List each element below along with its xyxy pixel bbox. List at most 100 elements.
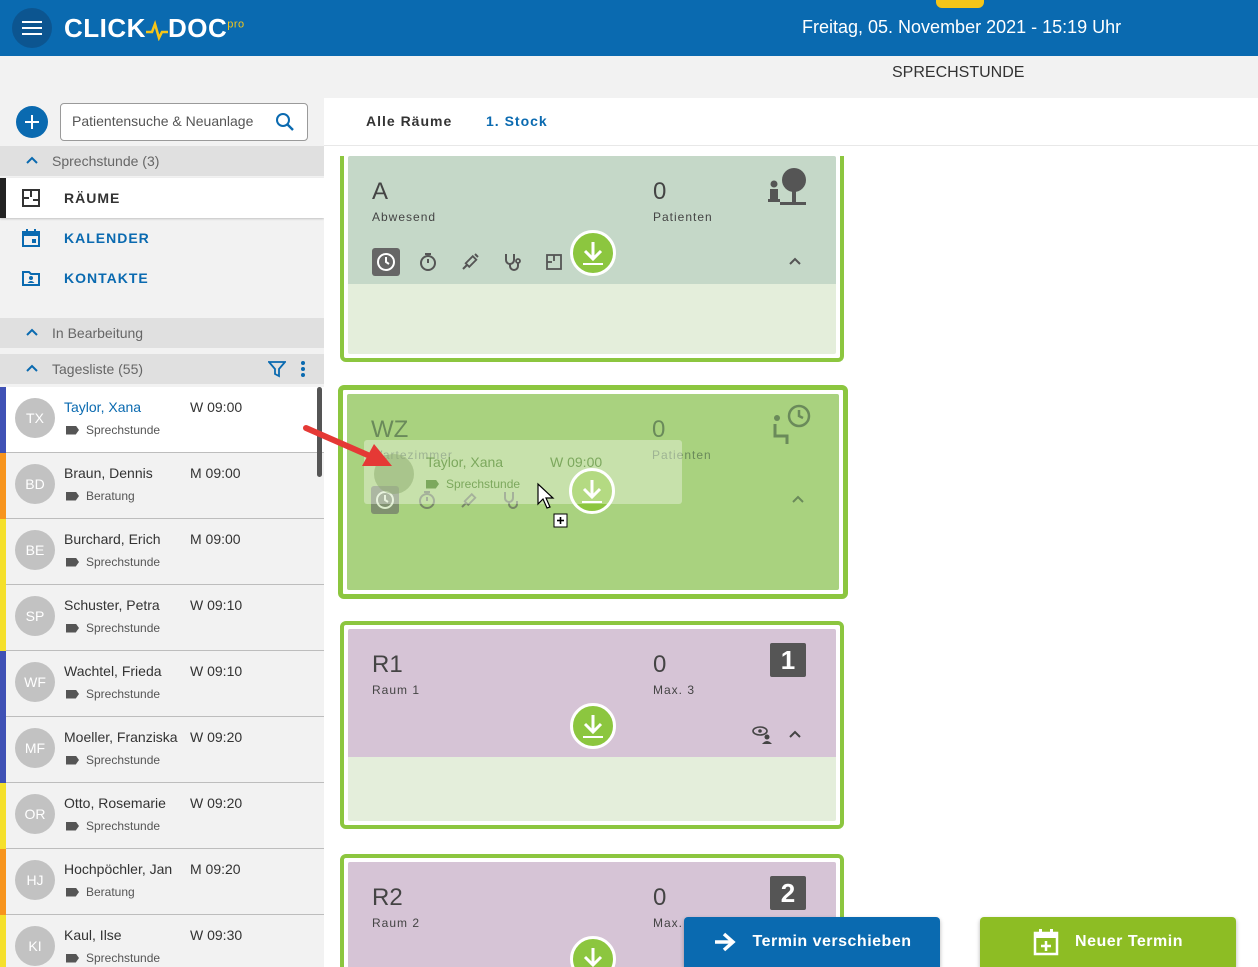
chevron-up-icon[interactable]: [788, 729, 802, 739]
room-code: R2: [372, 884, 403, 911]
menu-button[interactable]: [12, 8, 52, 48]
patient-row[interactable]: TX Taylor, Xana W 09:00 Sprechstunde: [0, 387, 324, 453]
patient-name: Taylor, Xana: [64, 399, 142, 415]
timer-tool[interactable]: [414, 248, 442, 276]
syringe-icon: [461, 492, 477, 508]
patient-row[interactable]: BE Burchard, Erich M 09:00 Sprechstunde: [0, 519, 324, 585]
nav-raeume[interactable]: RÄUME: [0, 178, 324, 218]
syringe-tool[interactable]: [456, 248, 484, 276]
appointment-type: Sprechstunde: [66, 753, 160, 767]
chevron-up-icon[interactable]: [791, 494, 805, 504]
nav-kontakte[interactable]: KONTAKTE: [0, 258, 324, 298]
clock-icon: [376, 491, 394, 509]
stethoscope-tool[interactable]: [498, 248, 526, 276]
appointment-type: Beratung: [66, 885, 135, 899]
nav-kalender-label: KALENDER: [64, 230, 150, 246]
patient-search[interactable]: [60, 103, 308, 141]
patient-name: Burchard, Erich: [64, 531, 161, 547]
room-card-r1[interactable]: R1 Raum 1 0 Max. 3 1: [340, 621, 844, 829]
room-number-badge: 1: [770, 643, 806, 677]
add-patient-button[interactable]: [16, 106, 48, 138]
new-appointment-label: Neuer Termin: [1075, 933, 1183, 950]
appointment-type-label: Sprechstunde: [86, 819, 161, 833]
section-bearbeitung-label: In Bearbeitung: [52, 325, 144, 341]
patient-name: Schuster, Petra: [64, 597, 160, 613]
room-card-wz[interactable]: WZ Wartezimmer 0 Patienten: [338, 385, 848, 599]
appointment-type: Sprechstunde: [66, 621, 160, 635]
tag-icon: [66, 953, 79, 963]
tag-icon: [66, 821, 79, 831]
new-appointment-button[interactable]: Neuer Termin: [980, 917, 1236, 967]
waiting-room-icon: [773, 404, 811, 444]
nav-kalender[interactable]: KALENDER: [0, 218, 324, 258]
timer-icon: [420, 253, 436, 271]
section-tagesliste[interactable]: Tagesliste (55): [0, 354, 324, 384]
patient-row[interactable]: OR Otto, Rosemarie W 09:20 Sprechstunde: [0, 783, 324, 849]
section-sprechstunde-label: Sprechstunde (3): [52, 153, 160, 169]
search-input[interactable]: [72, 113, 267, 129]
priority-bar: [0, 387, 6, 453]
patient-row[interactable]: MF Moeller, Franziska W 09:20 Sprechstunde: [0, 717, 324, 783]
patient-row[interactable]: HJ Hochpöchler, Jan M 09:20 Beratung: [0, 849, 324, 915]
appointment-time: M 09:00: [190, 465, 241, 481]
stethoscope-tool[interactable]: [497, 486, 525, 514]
patient-row[interactable]: WF Wachtel, Frieda W 09:10 Sprechstunde: [0, 651, 324, 717]
clock-tool[interactable]: [371, 486, 399, 514]
top-bar: CLICK DOCpro Freitag, 05. November 2021 -…: [0, 0, 1258, 56]
priority-bar: [0, 651, 6, 717]
move-appointment-label: Termin verschieben: [752, 933, 912, 950]
pulse-icon: [145, 20, 168, 42]
drop-target-icon: [569, 468, 615, 514]
section-tagesliste-label: Tagesliste (55): [52, 361, 144, 377]
room-tool[interactable]: [540, 248, 568, 276]
syringe-tool[interactable]: [455, 486, 483, 514]
drop-target-icon: [570, 936, 616, 967]
tag-icon: [66, 755, 79, 765]
room-card-a[interactable]: A Abwesend 0 Patienten: [340, 156, 844, 362]
appointment-type: Sprechstunde: [66, 423, 160, 437]
room-count-label: Max. 3: [653, 683, 696, 697]
move-appointment-button[interactable]: Termin verschieben: [684, 917, 940, 967]
download-arrow-icon: [583, 242, 603, 265]
patient-row[interactable]: KI Kaul, Ilse W 09:30 Sprechstunde: [0, 915, 324, 967]
priority-bar: [0, 717, 6, 783]
calendar-add-icon: [1033, 929, 1059, 956]
room-code: A: [372, 178, 389, 205]
appointment-type-label: Sprechstunde: [86, 555, 161, 569]
timer-tool[interactable]: [413, 486, 441, 514]
appointment-type: Sprechstunde: [66, 951, 160, 965]
room-name: Raum 2: [372, 916, 421, 930]
filter-icon[interactable]: [268, 360, 286, 378]
more-vert-icon[interactable]: [300, 360, 306, 378]
room-header: A Abwesend 0 Patienten: [348, 156, 836, 284]
tag-icon: [66, 491, 79, 501]
chevron-up-icon: [26, 328, 38, 336]
floorplan-icon: [546, 254, 562, 270]
appointment-type: Sprechstunde: [66, 819, 160, 833]
room-count: 0: [653, 884, 667, 911]
chevron-up-icon[interactable]: [788, 256, 802, 266]
tab-1-stock[interactable]: 1. Stock: [486, 113, 548, 129]
search-icon[interactable]: [275, 112, 295, 137]
appointment-time: W 09:30: [190, 927, 243, 943]
section-in-bearbeitung[interactable]: In Bearbeitung: [0, 318, 324, 348]
patient-name: Moeller, Franziska: [64, 729, 178, 745]
section-sprechstunde[interactable]: Sprechstunde (3): [0, 146, 324, 176]
tag-icon: [66, 557, 79, 567]
room-number-badge: 2: [770, 876, 806, 910]
clock-tool[interactable]: [372, 248, 400, 276]
annotation-arrow-icon: [303, 425, 392, 466]
appointment-type-label: Beratung: [86, 489, 135, 503]
avatar: BD: [15, 464, 55, 504]
patient-name: Wachtel, Frieda: [64, 663, 162, 679]
top-indicator[interactable]: [936, 0, 984, 8]
patient-list: TX Taylor, Xana W 09:00 Sprechstunde BD Braun…: [0, 387, 324, 967]
tab-alle-raeume[interactable]: Alle Räume: [366, 113, 452, 129]
stethoscope-icon: [504, 492, 518, 509]
patient-row[interactable]: SP Schuster, Petra W 09:10 Sprechstunde: [0, 585, 324, 651]
room-name: Abwesend: [372, 210, 437, 224]
patient-row[interactable]: BD Braun, Dennis M 09:00 Beratung: [0, 453, 324, 519]
absent-person-icon: [768, 168, 806, 205]
room-header: WZ Wartezimmer 0 Patienten: [347, 394, 839, 522]
visibility-person-icon[interactable]: [752, 725, 774, 745]
